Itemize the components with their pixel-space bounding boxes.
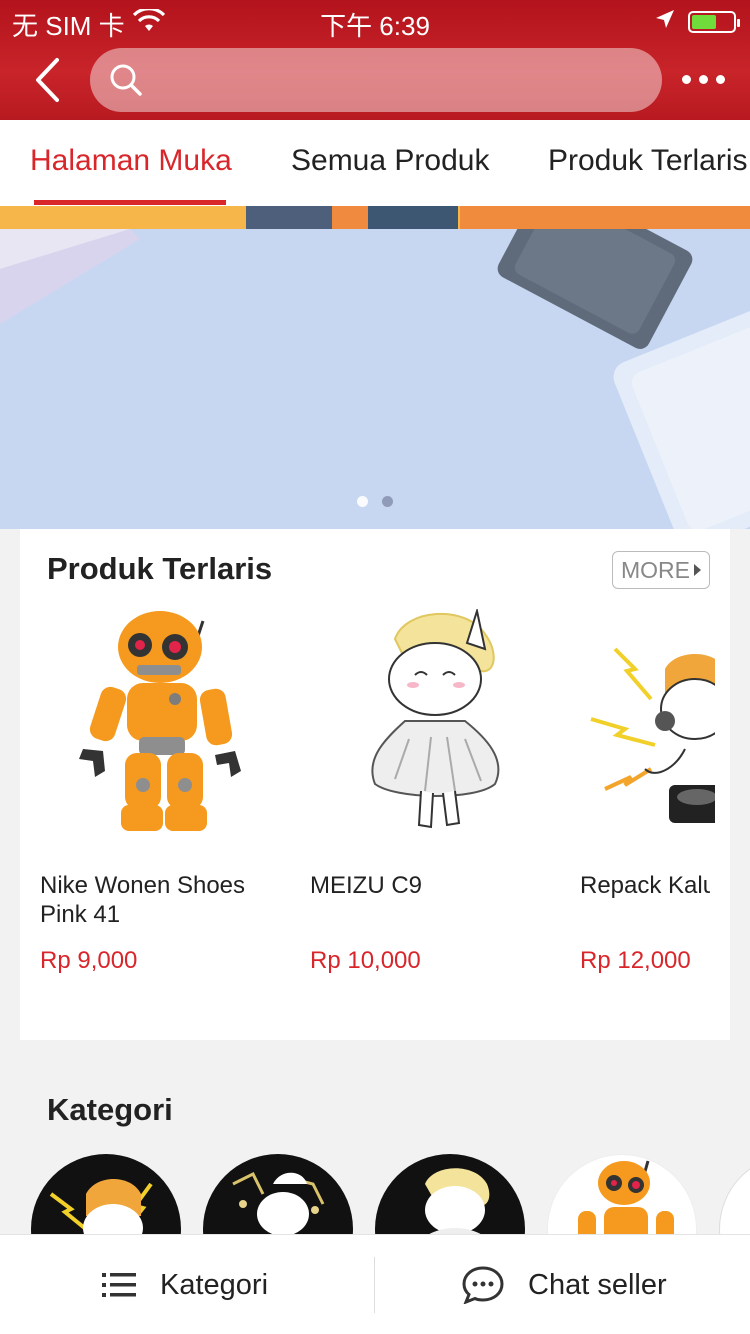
product-card[interactable]: Nike Wonen Shoes Pink 41 Rp 9,000: [40, 609, 290, 974]
location-arrow-icon: [654, 8, 676, 35]
category-item[interactable]: [719, 1154, 750, 1234]
banner-image: [0, 229, 750, 529]
tab-produk-terlaris[interactable]: Produk Terlaris: [548, 144, 748, 178]
category-item[interactable]: [547, 1154, 697, 1234]
tab-semua-produk[interactable]: Semua Produk: [291, 144, 489, 178]
category-button[interactable]: Kategori: [102, 1235, 268, 1334]
divider: [374, 1257, 375, 1313]
more-button[interactable]: MORE: [612, 551, 710, 589]
category-button-label: Kategori: [160, 1268, 269, 1301]
product-price: Rp 12,000: [580, 947, 691, 974]
product-card[interactable]: MEIZU C9 Rp 10,000: [310, 607, 560, 974]
chat-bubble-icon: [462, 1266, 504, 1304]
search-icon: [110, 64, 142, 96]
status-bar: 无 SIM 卡 下午 6:39: [0, 0, 750, 41]
product-card[interactable]: Repack Kalu Rp 12,000: [580, 609, 730, 974]
category-item[interactable]: [203, 1154, 353, 1234]
orange-robot-thumbnail: [578, 1160, 674, 1234]
tab-halaman-muka[interactable]: Halaman Muka: [30, 144, 232, 178]
white-unicorn-thumbnail: [425, 1168, 490, 1234]
caret-right-icon: [694, 564, 701, 576]
status-time: 下午 6:39: [320, 11, 430, 41]
promo-banner[interactable]: [0, 206, 750, 529]
list-icon: [102, 1273, 136, 1297]
best-sellers-title: Produk Terlaris: [47, 551, 273, 586]
product-price: Rp 10,000: [310, 947, 421, 974]
bottom-action-bar: Kategori Chat seller: [0, 1234, 750, 1334]
product-price: Rp 9,000: [40, 947, 138, 974]
status-right: [654, 8, 740, 35]
more-dots-icon: [682, 74, 691, 84]
back-button[interactable]: [20, 52, 76, 108]
more-options-button[interactable]: [682, 64, 732, 94]
product-name: MEIZU C9: [310, 872, 423, 899]
chat-seller-button[interactable]: Chat seller: [462, 1235, 667, 1334]
app-header: 无 SIM 卡 下午 6:39: [0, 0, 750, 120]
store-home-page: 无 SIM 卡 下午 6:39 Halaman Muka Semua Produ…: [0, 0, 750, 1334]
product-name: Nike Wonen Shoes Pink 41: [40, 872, 246, 928]
unicorn-dj-image: [590, 647, 730, 823]
white-unicorn-image: [371, 607, 500, 829]
product-name: Repack Kalu: [580, 872, 710, 899]
search-box[interactable]: [90, 48, 662, 112]
orange-robot-image: [79, 611, 241, 831]
category-item[interactable]: [31, 1154, 181, 1234]
category-carousel: [0, 1154, 750, 1234]
more-label: MORE: [621, 556, 690, 583]
store-tabs: Halaman Muka Semua Produk Produk Terlari…: [0, 120, 750, 206]
pagination-dot[interactable]: [382, 496, 393, 507]
category-item[interactable]: [375, 1154, 525, 1234]
active-tab-indicator: [34, 200, 226, 205]
battery-icon: [688, 10, 740, 33]
unicorn-chandelier-thumbnail: [232, 1171, 325, 1234]
categories-title: Kategori: [47, 1092, 173, 1127]
chat-seller-label: Chat seller: [528, 1268, 667, 1301]
search-input[interactable]: [154, 48, 644, 112]
banner-top-strip: [0, 206, 750, 229]
unicorn-dj-thumbnail: [49, 1179, 153, 1234]
chevron-left-icon: [36, 58, 59, 102]
pagination-dot[interactable]: [357, 496, 368, 507]
banner-pagination: [0, 496, 750, 507]
best-sellers-card: Produk Terlaris MORE Nike Wonen Shoes Pi…: [20, 529, 730, 1040]
navbar: [0, 40, 750, 120]
